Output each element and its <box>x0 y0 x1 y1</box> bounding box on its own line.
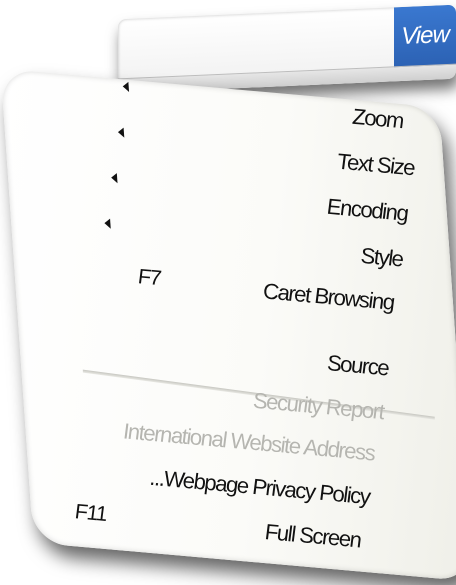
view-menu-label: View <box>401 20 449 51</box>
menu-item-source-label: Source <box>326 349 389 381</box>
menu-item-text-size-label: Text Size <box>336 148 415 181</box>
menu-item-style-label: Style <box>359 242 404 272</box>
menu-item-caret-browsing-label: Caret Browsing <box>262 278 395 315</box>
menu-item-full-screen-label: Full Screen <box>263 518 362 553</box>
submenu-arrow-icon <box>110 172 118 184</box>
shortcut-f7: F7 <box>137 265 162 291</box>
view-menu-button[interactable]: View <box>394 4 456 68</box>
view-dropdown-menu: Zoom Text Size Encoding Style Caret Brow… <box>0 68 456 582</box>
submenu-arrow-icon <box>122 81 130 92</box>
menu-item-webpage-privacy-policy-label: ...Webpage Privacy Policy <box>148 464 371 510</box>
menu-bar: View <box>118 4 456 94</box>
menu-item-security-report-label: Security Report <box>251 387 385 425</box>
submenu-arrow-icon <box>117 127 125 138</box>
menu-item-encoding-label: Encoding <box>325 193 409 226</box>
menu-item-zoom-label: Zoom <box>351 103 404 134</box>
submenu-arrow-icon <box>104 218 111 229</box>
shortcut-f11: F11 <box>74 500 108 527</box>
menu-item-international-website-address-label: International Website Address <box>122 418 376 466</box>
